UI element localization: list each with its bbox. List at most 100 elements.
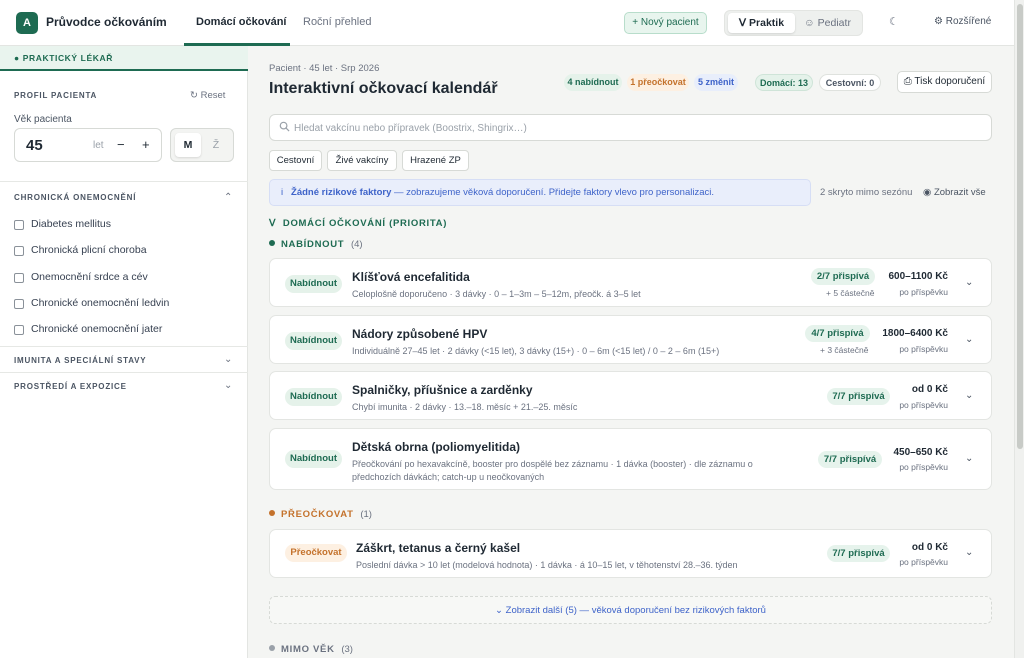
price-note: po příspěvku (899, 400, 948, 410)
group-count: (3) (341, 644, 353, 655)
immunity-heading[interactable]: IMUNITA A SPECIÁLNÍ STAVY (14, 356, 146, 365)
chevron-down-icon[interactable]: ⌄ (965, 547, 973, 558)
price: od 0 Kč (911, 542, 948, 553)
page-title: Interaktivní očkovací kalendář (269, 80, 498, 97)
vaccine-details: Celoplošně doporučeno · 3 dávky · 0 – 1–… (352, 289, 641, 299)
status-badge: Nabídnout (285, 332, 342, 350)
status-badge: Nabídnout (285, 275, 342, 293)
environment-heading[interactable]: PROSTŘEDÍ A EXPOZICE (14, 382, 127, 391)
chevron-down-icon[interactable]: ⌄ (965, 390, 973, 401)
condition-label: Chronická plicní choroba (31, 244, 147, 256)
tab-yearly-overview[interactable]: Roční přehled (303, 16, 372, 28)
vaccine-details-line: předchozích dávkách; catch-up u neočkova… (352, 472, 545, 482)
chevron-down-icon[interactable]: ⌄ (965, 334, 973, 345)
vaccine-details: Poslední dávka > 10 let (modelová hodnot… (356, 560, 738, 570)
moon-icon[interactable]: ☾ (889, 15, 899, 28)
condition-label: Diabetes mellitus (31, 218, 111, 230)
summary-pill-travel: Cestovní: 0 (819, 74, 881, 91)
sex-male-button[interactable]: M (175, 133, 201, 157)
chevron-down-icon[interactable]: ⌄ (965, 453, 973, 464)
info-rest: — zobrazujeme věková doporučení. Přidejt… (391, 187, 714, 198)
chevron-up-icon[interactable]: ⌃ (224, 192, 232, 203)
chevron-down-icon[interactable]: ⌄ (224, 380, 232, 391)
checkbox[interactable] (14, 273, 24, 283)
age-value[interactable]: 45 (26, 137, 43, 154)
checkbox[interactable] (14, 299, 24, 309)
vaccine-details: Individuálně 27–45 let · 2 dávky (<15 le… (352, 346, 720, 356)
status-dot (269, 510, 275, 516)
partial-contribution: + 5 částečně (826, 288, 875, 298)
vaccine-card-tbe[interactable]: Nabídnout Klíšťová encefalitida Celoploš… (269, 258, 992, 307)
show-all-button[interactable]: ◉ Zobrazit vše (923, 187, 986, 198)
tab-domestic-vaccination[interactable]: Domácí očkování (196, 16, 286, 28)
print-recommendation-button[interactable]: ⎙ Tisk doporučení (897, 71, 992, 93)
search-box[interactable] (269, 114, 992, 141)
group-count: (1) (360, 509, 372, 520)
group-heading-offer: NABÍDNOUT (4) (269, 239, 363, 250)
status-badge: Přeočkovat (285, 544, 347, 562)
status-dot (269, 240, 275, 246)
vaccine-card-dtp[interactable]: Přeočkovat Záškrt, tetanus a černý kašel… (269, 529, 992, 578)
show-more-button[interactable]: ⌄ Zobrazit další (5) — věková doporučení… (269, 596, 992, 624)
filter-chip-insurance-covered[interactable]: Hrazené ZP (402, 150, 469, 171)
advanced-settings-button[interactable]: ⚙ Rozšířené (934, 16, 991, 27)
print-label: Tisk doporučení (914, 76, 986, 87)
checkbox[interactable] (14, 220, 24, 230)
scrollbar-thumb[interactable] (1017, 4, 1023, 449)
new-patient-button[interactable]: + Nový pacient (624, 12, 707, 34)
role-pediatrician-button[interactable]: ☺ Pediatr (796, 13, 859, 33)
checkbox[interactable] (14, 246, 24, 256)
sidebar-divider (0, 346, 248, 347)
vaccine-card-polio[interactable]: Nabídnout Dětská obrna (poliomyelitida) … (269, 428, 992, 490)
search-input[interactable] (294, 120, 974, 136)
sidebar-divider (0, 372, 248, 373)
vaccine-card-hpv[interactable]: Nabídnout Nádory způsobené HPV Individuá… (269, 315, 992, 364)
printer-icon: ⎙ (903, 76, 915, 87)
vaccine-title: Nádory způsobené HPV (352, 327, 488, 341)
sidebar-divider (0, 181, 248, 182)
vaccine-details: Přeočkování po hexavakcíně, booster pro … (352, 458, 753, 484)
insurance-contribution-badge: 7/7 přispívá (818, 451, 882, 468)
group-count: (4) (350, 239, 363, 250)
vaccine-title: Spalničky, příušnice a zarděnky (352, 383, 533, 397)
role-general-practitioner-button[interactable]: ⴸ Praktik (728, 13, 795, 33)
age-unit: let (93, 140, 104, 151)
chronic-diseases-heading[interactable]: CHRONICKÁ ONEMOCNĚNÍ (14, 193, 136, 202)
age-increment-button[interactable]: + (142, 137, 150, 152)
advanced-label: Rozšířené (945, 16, 992, 27)
price-note: po příspěvku (899, 287, 948, 297)
age-stepper[interactable]: 45 let − + (14, 128, 162, 162)
price-note: po příspěvku (899, 344, 948, 354)
filter-chip-live-vaccines[interactable]: Živé vakcíny (327, 150, 397, 171)
chevron-down-icon[interactable]: ⌄ (965, 277, 973, 288)
condition-label: Onemocnění srdce a cév (31, 271, 148, 283)
price-note: po příspěvku (899, 462, 948, 472)
chevron-down-icon[interactable]: ⌄ (224, 354, 232, 365)
info-text: i Žádné rizikové faktory — zobrazujeme v… (281, 187, 714, 198)
sidebar: ● PRAKTICKÝ LÉKAŘ PROFIL PACIENTA ↻ Rese… (0, 46, 248, 658)
search-icon (279, 121, 290, 132)
group-heading-recheck: PŘEOČKOVAT (1) (269, 509, 372, 520)
vaccine-card-mmr[interactable]: Nabídnout Spalničky, příušnice a zarděnk… (269, 371, 992, 420)
hidden-out-of-season-note: 2 skryto mimo sezónu (820, 187, 913, 198)
role-banner-text: ● PRAKTICKÝ LÉKAŘ (14, 53, 113, 63)
eye-icon: ◉ (923, 187, 934, 198)
app-logo: A (16, 12, 38, 34)
sex-female-button[interactable]: Ž (203, 133, 229, 157)
checkbox[interactable] (14, 325, 24, 335)
role-gp-label: Praktik (749, 17, 785, 29)
role-toggle: ⴸ Praktik ☺ Pediatr (724, 10, 863, 36)
reset-button[interactable]: ↻ Reset (190, 90, 225, 101)
page-scrollbar[interactable] (1014, 0, 1024, 658)
group-heading-out-of-age: MIMO VĚK (3) (269, 644, 353, 655)
top-bar: A Průvodce očkováním Domácí očkování Roč… (0, 0, 1014, 46)
age-decrement-button[interactable]: − (117, 137, 125, 152)
status-badge: Nabídnout (285, 450, 342, 468)
child-icon: ☺ (804, 17, 818, 29)
summary-pill-domestic: Domácí: 13 (755, 74, 813, 91)
price-note: po příspěvku (899, 557, 948, 567)
app-title: Průvodce očkováním (46, 15, 167, 29)
filter-chip-travel[interactable]: Cestovní (269, 150, 322, 171)
role-banner: ● PRAKTICKÝ LÉKAŘ (0, 46, 248, 71)
summary-pill-recheck: 1 přeočkovat (627, 74, 689, 91)
